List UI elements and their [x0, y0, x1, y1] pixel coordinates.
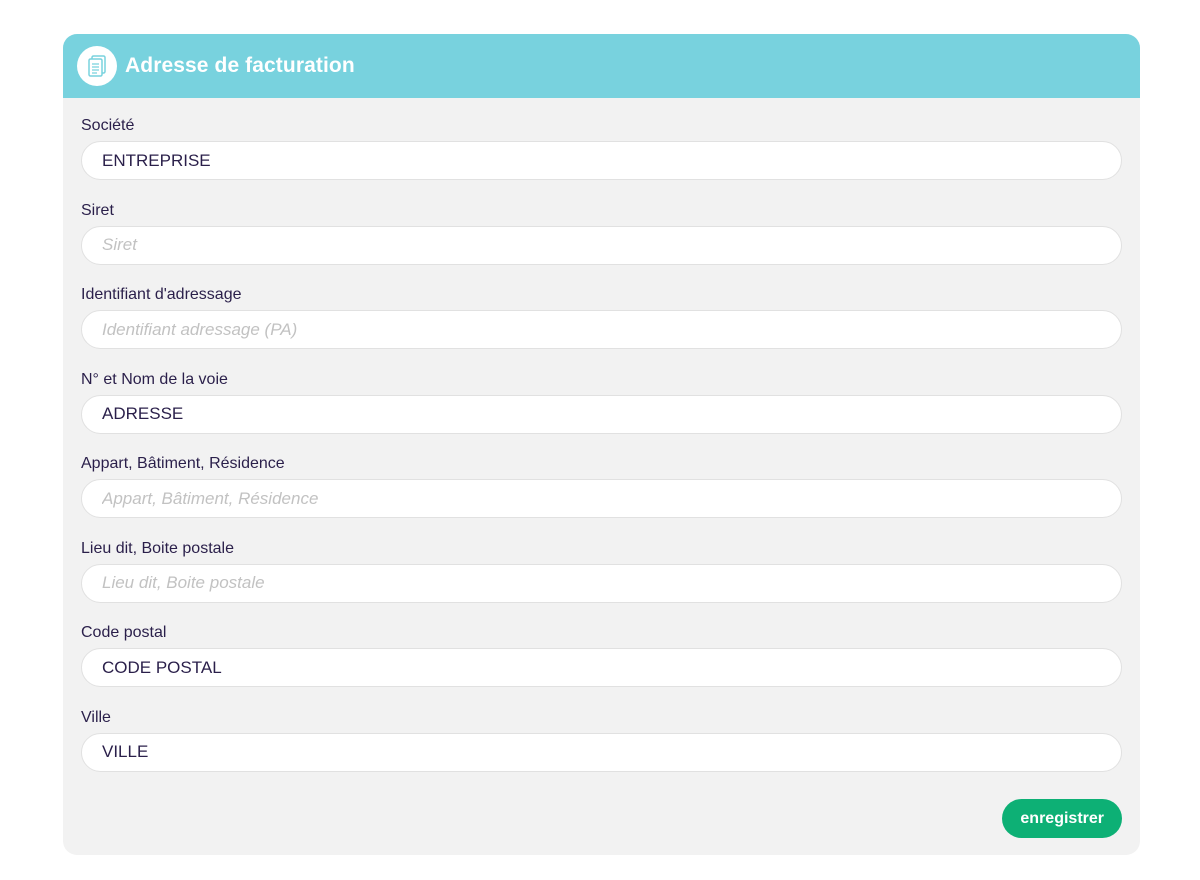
field-siret: Siret: [81, 201, 1122, 286]
billing-form: Société Siret Identifiant d'adressage N°…: [63, 98, 1140, 792]
societe-input[interactable]: [81, 141, 1122, 180]
billing-address-card: Adresse de facturation Société Siret Ide…: [63, 34, 1140, 855]
field-identifiant-adressage: Identifiant d'adressage: [81, 285, 1122, 370]
form-actions: enregistrer: [1002, 799, 1122, 838]
field-label-lieu-dit: Lieu dit, Boite postale: [81, 539, 234, 557]
field-lieu-dit: Lieu dit, Boite postale: [81, 539, 1122, 624]
code-postal-input[interactable]: [81, 648, 1122, 687]
field-ville: Ville: [81, 708, 1122, 793]
field-code-postal: Code postal: [81, 623, 1122, 708]
field-label-identifiant-adressage: Identifiant d'adressage: [81, 286, 242, 303]
field-label-ville: Ville: [81, 708, 111, 726]
field-label-code-postal: Code postal: [81, 624, 167, 641]
field-appart: Appart, Bâtiment, Résidence: [81, 454, 1122, 539]
appart-input[interactable]: [81, 479, 1122, 518]
field-label-appart: Appart, Bâtiment, Résidence: [81, 455, 285, 472]
field-label-societe: Société: [81, 117, 135, 134]
field-societe: Société: [81, 116, 1122, 201]
card-title: Adresse de facturation: [125, 54, 355, 77]
document-icon: [77, 46, 117, 86]
siret-input[interactable]: [81, 225, 1122, 265]
identifiant-adressage-input[interactable]: [81, 310, 1122, 349]
save-button[interactable]: enregistrer: [1002, 799, 1122, 838]
field-voie: N° et Nom de la voie: [81, 370, 1122, 455]
card-header: Adresse de facturation: [63, 34, 1140, 98]
voie-input[interactable]: [81, 394, 1122, 434]
field-label-voie: N° et Nom de la voie: [81, 370, 228, 388]
lieu-dit-input[interactable]: [81, 563, 1122, 603]
field-label-siret: Siret: [81, 201, 114, 219]
ville-input[interactable]: [81, 732, 1122, 772]
